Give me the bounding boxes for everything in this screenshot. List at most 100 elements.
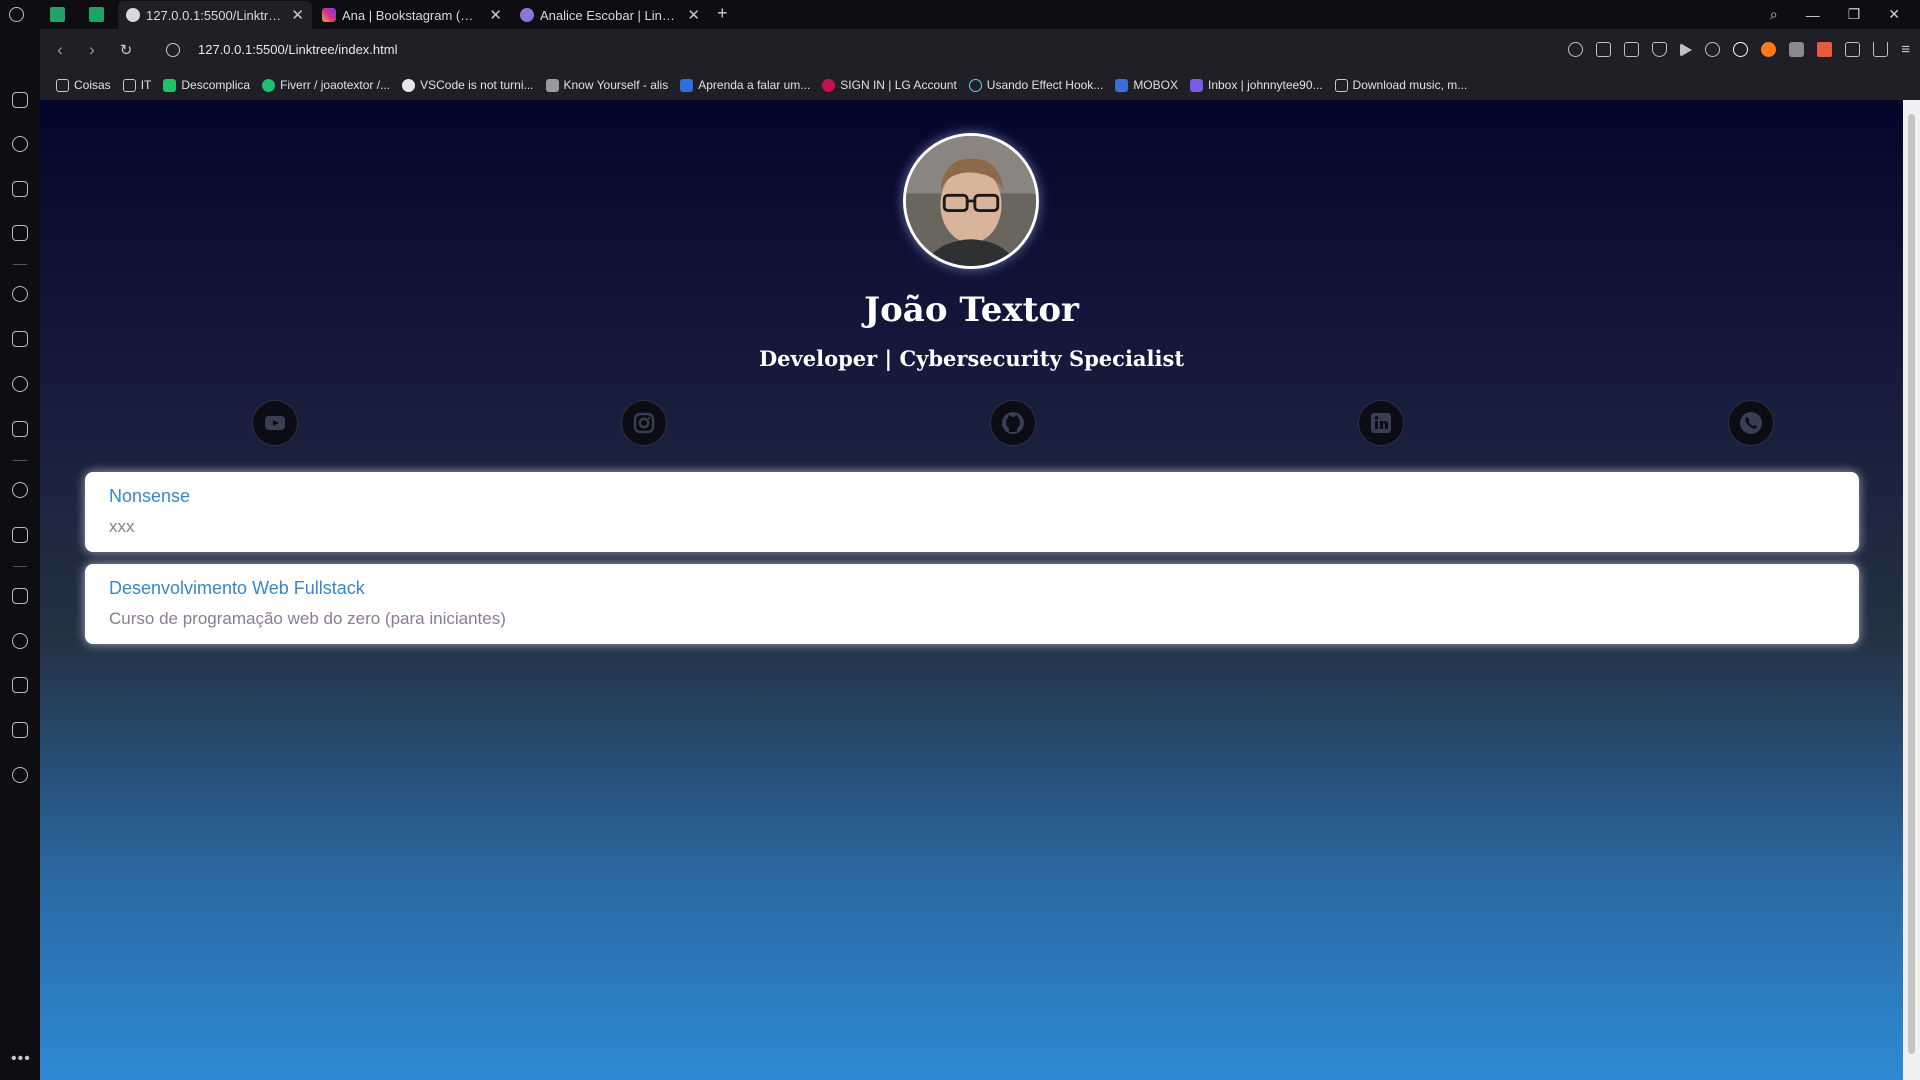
extensions-icon[interactable] xyxy=(12,722,28,738)
phone-icon xyxy=(1740,412,1762,434)
close-window-button[interactable]: ✕ xyxy=(1888,6,1900,23)
bookmark-item[interactable]: Fiverr / joaotextor /... xyxy=(262,78,390,92)
phone-link[interactable] xyxy=(1728,400,1774,446)
zoom-icon[interactable] xyxy=(1568,42,1584,57)
github-link[interactable] xyxy=(990,400,1036,446)
bookmark-item[interactable]: Coisas xyxy=(56,78,111,92)
url-field[interactable]: 127.0.0.1:5500/Linktree/index.html xyxy=(198,42,397,57)
page-viewport: João Textor Developer | Cybersecurity Sp… xyxy=(40,100,1903,1080)
avatar-photo xyxy=(906,136,1036,266)
camera-icon[interactable] xyxy=(1624,42,1640,57)
bookmark-item[interactable]: Usando Effect Hook... xyxy=(968,78,1103,92)
shield-icon[interactable] xyxy=(1652,42,1668,57)
sheets-pinned-tab-icon[interactable] xyxy=(89,7,104,22)
downloads-icon[interactable] xyxy=(12,677,28,693)
bookmark-item[interactable]: SIGN IN | LG Account xyxy=(822,78,957,92)
sidebar-separator xyxy=(13,264,27,265)
settings-icon[interactable] xyxy=(12,767,28,783)
bookmark-item[interactable]: Descomplica xyxy=(163,78,250,92)
sheets-pinned-tab-icon[interactable] xyxy=(50,7,65,22)
minimize-button[interactable]: — xyxy=(1806,7,1820,23)
tab-bookstagram[interactable]: Ana | Bookstagram (@mid ✕ xyxy=(314,1,510,29)
edit-icon[interactable] xyxy=(1596,42,1612,57)
bookmark-icon xyxy=(680,78,694,92)
link-card-title: Nonsense xyxy=(109,486,191,506)
profile-role: Developer | Cybersecurity Specialist xyxy=(758,346,1185,371)
menu-icon[interactable]: ≡ xyxy=(1901,41,1910,58)
search-tabs-icon[interactable]: ⌕ xyxy=(1770,6,1778,23)
browser-logo-icon[interactable] xyxy=(9,7,24,22)
link-card[interactable]: Desenvolvimento Web Fullstack Curso de p… xyxy=(85,564,1859,644)
new-tab-button[interactable]: + xyxy=(717,3,728,24)
tab-title: 127.0.0.1:5500/Linktree/ind xyxy=(146,7,282,23)
descomplica-icon xyxy=(163,78,177,92)
linkedin-icon xyxy=(1371,413,1391,433)
extension-a-icon[interactable] xyxy=(1817,42,1833,57)
alis-icon xyxy=(545,78,559,92)
extension-orange-icon[interactable] xyxy=(1761,42,1777,57)
bookmark-item[interactable]: Aprenda a falar um... xyxy=(680,78,810,92)
address-bar: ‹ › ↻ 127.0.0.1:5500/Linktree/index.html… xyxy=(40,29,1920,70)
mail-icon xyxy=(1189,78,1203,92)
bookmark-item[interactable]: Inbox | johnnytee90... xyxy=(1189,78,1323,92)
linkedin-link[interactable] xyxy=(1358,400,1404,446)
restore-button[interactable]: ❐ xyxy=(1848,6,1861,23)
folder-icon xyxy=(56,78,69,92)
site-info-icon[interactable] xyxy=(166,42,180,57)
send-icon[interactable] xyxy=(1680,42,1693,57)
heart-icon[interactable] xyxy=(1705,42,1721,57)
download-music-icon xyxy=(1334,78,1348,92)
instagram-icon[interactable] xyxy=(12,331,28,347)
more-icon[interactable]: ••• xyxy=(11,1050,31,1068)
github-icon xyxy=(402,78,416,92)
window-controls: ⌕ — ❐ ✕ xyxy=(1770,0,1920,29)
sidebar-separator xyxy=(13,460,27,461)
reload-button[interactable]: ↻ xyxy=(110,41,142,59)
bookmark-item[interactable]: MOBOX xyxy=(1115,78,1178,92)
globe-icon xyxy=(126,8,140,22)
instagram-link[interactable] xyxy=(621,400,667,446)
bag-icon[interactable] xyxy=(12,181,28,197)
instagram-icon xyxy=(633,412,655,434)
browser-sidebar: ••• xyxy=(0,29,40,1080)
link-card[interactable]: Nonsense xxx xyxy=(85,472,1859,552)
tab-linkrbio[interactable]: Analice Escobar | Linkr.Bio ✕ xyxy=(512,1,708,29)
discord-icon[interactable] xyxy=(12,421,28,437)
tab-title: Ana | Bookstagram (@mid xyxy=(342,7,480,23)
gamepad-icon[interactable] xyxy=(12,92,28,108)
speed-dial-icon[interactable] xyxy=(12,136,28,152)
twitter-icon[interactable] xyxy=(12,376,28,392)
tab-title: Analice Escobar | Linkr.Bio xyxy=(540,7,677,23)
bookmark-item[interactable]: VSCode is not turni... xyxy=(402,78,534,92)
avatar xyxy=(903,133,1039,269)
send-icon[interactable] xyxy=(12,527,28,543)
bookmark-item[interactable]: IT xyxy=(122,78,151,92)
whatsapp-icon[interactable] xyxy=(12,286,28,302)
react-icon xyxy=(968,78,982,92)
lg-icon xyxy=(822,78,836,92)
fiverr-icon xyxy=(262,78,276,92)
history-icon[interactable] xyxy=(12,633,28,649)
extension-m-icon[interactable] xyxy=(1789,42,1805,57)
cube-icon[interactable] xyxy=(1845,42,1861,57)
sync-icon[interactable] xyxy=(1733,42,1749,57)
twitch-icon[interactable] xyxy=(12,225,28,241)
folder-icon xyxy=(122,78,136,92)
tab-linktree[interactable]: 127.0.0.1:5500/Linktree/ind ✕ xyxy=(118,1,312,29)
forward-button[interactable]: › xyxy=(76,40,108,60)
page-scrollbar[interactable] xyxy=(1903,100,1920,1080)
close-tab-icon[interactable]: ✕ xyxy=(489,6,502,24)
download-icon[interactable] xyxy=(1873,42,1889,57)
youtube-link[interactable] xyxy=(252,400,298,446)
player-icon[interactable] xyxy=(12,482,28,498)
close-tab-icon[interactable]: ✕ xyxy=(291,6,304,24)
link-card-description: Curso de programação web do zero (para i… xyxy=(109,609,506,628)
bookmark-item[interactable]: Download music, m... xyxy=(1334,78,1467,92)
scrollbar-thumb[interactable] xyxy=(1908,114,1915,1054)
sidebar-separator xyxy=(13,566,27,567)
tabs-icon[interactable] xyxy=(12,588,28,604)
toolbar-icons: ≡ xyxy=(1568,29,1910,70)
back-button[interactable]: ‹ xyxy=(44,40,76,60)
bookmark-item[interactable]: Know Yourself - alis xyxy=(545,78,668,92)
close-tab-icon[interactable]: ✕ xyxy=(687,6,700,24)
